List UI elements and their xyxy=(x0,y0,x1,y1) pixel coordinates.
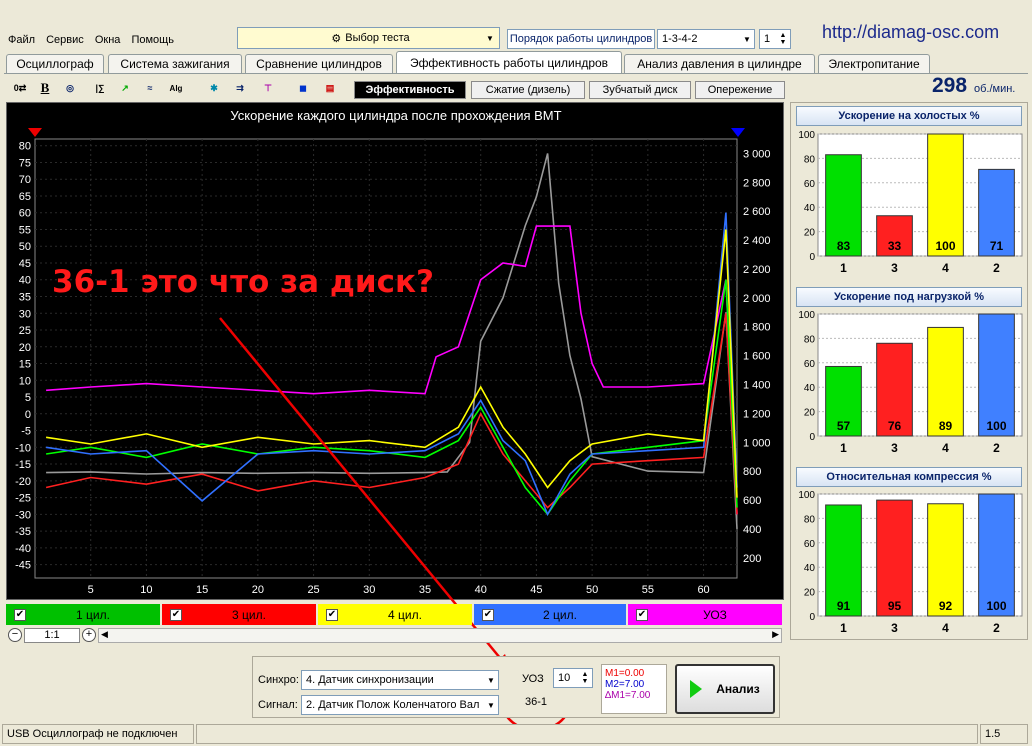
bar-y-tick: 60 xyxy=(804,539,816,550)
compression-title: Относительная компрессия % xyxy=(796,467,1022,487)
bar-y-tick: 40 xyxy=(804,563,816,574)
uoz-value: 10 xyxy=(558,672,571,684)
bar-y-tick: 40 xyxy=(804,383,816,394)
bar-y-tick: 20 xyxy=(804,408,816,419)
legend-label: 3 цил. xyxy=(232,607,266,622)
bar-value-label: 100 xyxy=(935,239,955,253)
signal-value: 2. Датчик Полож Коленчатого Вал xyxy=(306,699,480,711)
marker-box: M1=0.00 M2=7.00 ∆M1=7.00 xyxy=(601,664,667,714)
bar-category-label: 1 xyxy=(840,441,847,455)
idle-accel-title: Ускорение на холостых % xyxy=(796,106,1022,126)
marker-m2: M2=7.00 xyxy=(605,679,645,690)
checkbox-icon[interactable]: ✔ xyxy=(170,608,182,621)
bar-value-label: 89 xyxy=(939,419,953,433)
legend-cyl-1[interactable]: ✔ 1 цил. xyxy=(6,604,160,625)
bar-value-label: 83 xyxy=(837,239,851,253)
compression-chart: 100 80 60 40 20 0 91 1 95 3 92 4 100 2 xyxy=(798,490,1023,635)
bar-y-tick: 40 xyxy=(804,203,816,214)
bar-category-label: 2 xyxy=(993,261,1000,275)
bar-category-label: 2 xyxy=(993,441,1000,455)
bar-category-label: 2 xyxy=(993,621,1000,635)
legend-label: 1 цил. xyxy=(76,607,110,622)
bar-category-label: 1 xyxy=(840,261,847,275)
scroll-right-icon[interactable]: ▶ xyxy=(772,629,779,640)
bar-value-label: 33 xyxy=(888,239,902,253)
bar-y-tick: 80 xyxy=(804,514,816,525)
checkbox-icon[interactable]: ✔ xyxy=(14,608,26,621)
bar-category-label: 3 xyxy=(891,261,898,275)
zoom-out-icon[interactable]: − xyxy=(8,628,22,642)
bar-y-tick: 0 xyxy=(809,612,815,623)
bar-value-label: 91 xyxy=(837,599,851,613)
bar-value-label: 100 xyxy=(986,599,1006,613)
bar-value-label: 76 xyxy=(888,419,902,433)
load-accel-chart: 100 80 60 40 20 0 57 1 76 3 89 4 100 2 xyxy=(798,310,1023,455)
status-version: 1.5 xyxy=(980,724,1028,744)
bar-y-tick: 100 xyxy=(798,310,815,321)
legend-uoz[interactable]: ✔ УОЗ xyxy=(628,604,782,625)
bar-category-label: 4 xyxy=(942,261,949,275)
legend-label: 4 цил. xyxy=(388,607,422,622)
legend-cyl-3[interactable]: ✔ 3 цил. xyxy=(162,604,316,625)
signal-label: Сигнал: xyxy=(258,699,298,711)
zoom-in-icon[interactable]: + xyxy=(82,628,96,642)
sync-select[interactable]: 4. Датчик синхронизации ▼ xyxy=(301,670,499,690)
bar-y-tick: 60 xyxy=(804,359,816,370)
marker-delta: ∆M1=7.00 xyxy=(605,690,651,701)
checkbox-icon[interactable]: ✔ xyxy=(636,608,648,621)
status-text: USB Осциллограф не подключен xyxy=(2,724,194,744)
bar-y-tick: 20 xyxy=(804,228,816,239)
bar-value-label: 92 xyxy=(939,599,953,613)
analyze-button-label: Анализ xyxy=(716,682,760,696)
legend-cyl-2[interactable]: ✔ 2 цил. xyxy=(474,604,626,625)
chevron-down-icon: ▼ xyxy=(484,700,498,710)
play-icon xyxy=(690,680,703,698)
load-accel-title: Ускорение под нагрузкой % xyxy=(796,287,1022,307)
legend-label: 2 цил. xyxy=(543,607,577,622)
bar xyxy=(978,493,1015,617)
bar-y-tick: 100 xyxy=(798,490,815,501)
scroll-left-icon[interactable]: ◀ xyxy=(101,629,108,640)
marker-m1: M1=0.00 xyxy=(605,668,645,679)
signal-select[interactable]: 2. Датчик Полож Коленчатого Вал ▼ xyxy=(301,695,499,715)
disk-type: 36-1 xyxy=(524,696,548,708)
bar-category-label: 3 xyxy=(891,441,898,455)
sync-value: 4. Датчик синхронизации xyxy=(306,674,434,686)
bar-y-tick: 0 xyxy=(809,252,815,263)
analyze-button[interactable]: Анализ xyxy=(675,664,775,714)
bar-category-label: 1 xyxy=(840,621,847,635)
checkbox-icon[interactable]: ✔ xyxy=(482,608,494,621)
uoz-label: УОЗ xyxy=(522,673,544,685)
bar-y-tick: 20 xyxy=(804,588,816,599)
checkbox-icon[interactable]: ✔ xyxy=(326,608,338,621)
bar-value-label: 71 xyxy=(990,239,1004,253)
bar xyxy=(927,133,964,257)
spinner-arrows-icon: ▲ ▼ xyxy=(581,671,589,685)
sync-label: Синхро: xyxy=(258,674,299,686)
bar-category-label: 4 xyxy=(942,621,949,635)
bar xyxy=(978,313,1015,437)
bar-y-tick: 80 xyxy=(804,334,816,345)
legend-cyl-4[interactable]: ✔ 4 цил. xyxy=(318,604,472,625)
bar-category-label: 3 xyxy=(891,621,898,635)
idle-accel-chart: 1008060402008313331004712 xyxy=(798,130,1023,275)
bar-value-label: 95 xyxy=(888,599,902,613)
bar-y-tick: 80 xyxy=(804,154,816,165)
horizontal-scrollbar[interactable]: ◀ ▶ xyxy=(98,628,782,643)
zoom-level: 1:1 xyxy=(24,628,80,643)
bar-y-tick: 0 xyxy=(809,432,815,443)
bar-value-label: 57 xyxy=(837,419,851,433)
bar-y-tick: 100 xyxy=(798,130,815,141)
legend-label: УОЗ xyxy=(703,607,727,622)
chevron-down-icon: ▼ xyxy=(487,675,495,685)
status-spacer xyxy=(196,724,978,744)
bar-category-label: 4 xyxy=(942,441,949,455)
bar-value-label: 100 xyxy=(986,419,1006,433)
uoz-spinner[interactable]: 10 ▲ ▼ xyxy=(553,668,593,688)
bar-y-tick: 60 xyxy=(804,179,816,190)
